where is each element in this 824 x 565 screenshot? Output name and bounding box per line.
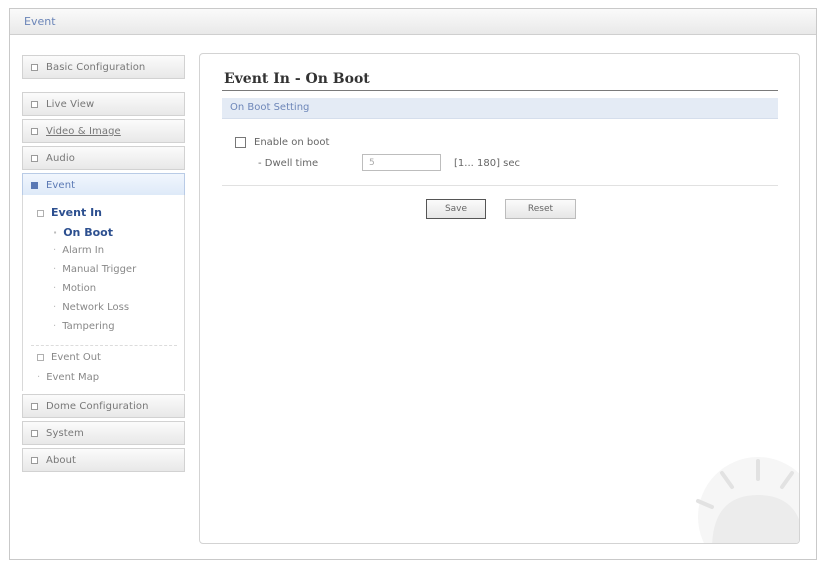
tree-dot-icon: ·: [53, 245, 57, 256]
menu-item-video-image[interactable]: Video & Image: [22, 119, 185, 143]
section-header: On Boot Setting: [222, 98, 778, 119]
reset-button[interactable]: Reset: [505, 199, 576, 219]
collapse-square-icon: [37, 210, 44, 217]
submenu-label: Event In: [51, 206, 102, 219]
submenu-item-tampering[interactable]: · Tampering: [53, 321, 115, 332]
expand-square-icon: [31, 429, 38, 437]
expand-square-icon: [31, 100, 38, 108]
tree-dot-icon: ·: [53, 264, 57, 275]
menu-item-dome-configuration[interactable]: Dome Configuration: [22, 394, 185, 418]
submenu-item-alarm-in[interactable]: · Alarm In: [53, 245, 104, 256]
submenu-label: On Boot: [63, 226, 113, 239]
submenu-item-manual-trigger[interactable]: · Manual Trigger: [53, 264, 136, 275]
alarm-light-watermark-icon: [696, 457, 799, 543]
page-title: Event In - On Boot: [224, 71, 370, 87]
menu-item-audio[interactable]: Audio: [22, 146, 185, 170]
title-divider: [222, 90, 778, 91]
menu-item-event[interactable]: Event: [22, 173, 185, 197]
tree-dot-icon: ·: [53, 283, 57, 294]
menu-item-label: Video & Image: [46, 125, 121, 137]
dwell-time-range: [1... 180] sec: [454, 158, 521, 169]
dwell-time-input[interactable]: [362, 154, 441, 171]
submenu-divider: [31, 345, 177, 346]
submenu-item-motion[interactable]: · Motion: [53, 283, 96, 294]
menu-item-label: Live View: [46, 98, 95, 110]
menu-item-system[interactable]: System: [22, 421, 185, 445]
section-title: On Boot Setting: [230, 102, 310, 113]
submenu-event-out[interactable]: Event Out: [37, 352, 101, 363]
tree-dot-icon: ·: [37, 372, 41, 383]
submenu-event-in[interactable]: Event In: [37, 206, 102, 219]
submenu-label: Network Loss: [62, 302, 130, 313]
menu-item-label: About: [46, 454, 77, 466]
enable-on-boot-checkbox[interactable]: [235, 137, 246, 148]
expand-square-icon: [31, 63, 38, 71]
menu-item-live-view[interactable]: Live View: [22, 92, 185, 116]
menu-item-basic-configuration[interactable]: Basic Configuration: [22, 55, 185, 79]
expand-square-icon: [31, 127, 38, 135]
form-divider: [222, 185, 778, 186]
menu-item-label: Dome Configuration: [46, 400, 149, 412]
menu-item-label: Audio: [46, 152, 75, 164]
window-title: Event: [24, 15, 56, 28]
save-button[interactable]: Save: [426, 199, 486, 219]
submenu-event-map[interactable]: · Event Map: [37, 372, 99, 383]
submenu-label: Manual Trigger: [62, 264, 137, 275]
expand-square-icon: [31, 456, 38, 464]
submenu-label: Tampering: [62, 321, 115, 332]
content-panel: Event In - On Boot On Boot Setting Enabl…: [199, 53, 800, 544]
menu-item-label: Basic Configuration: [46, 61, 146, 73]
menu-item-about[interactable]: About: [22, 448, 185, 472]
submenu-label: Alarm In: [62, 245, 105, 256]
submenu-item-on-boot[interactable]: · On Boot: [53, 226, 113, 239]
expand-square-icon: [31, 402, 38, 410]
menu-item-label: Event: [46, 179, 76, 191]
tree-dot-icon: ·: [53, 226, 58, 239]
enable-on-boot-label: Enable on boot: [254, 137, 330, 148]
dwell-time-label: - Dwell time: [258, 158, 319, 169]
expand-square-icon: [37, 354, 44, 361]
submenu-label: Event Map: [46, 372, 100, 383]
window-titlebar: Event: [10, 9, 816, 35]
expand-square-icon: [31, 181, 38, 189]
menu-item-label: System: [46, 427, 84, 439]
tree-dot-icon: ·: [53, 321, 57, 332]
tree-dot-icon: ·: [53, 302, 57, 313]
event-submenu: Event In · On Boot · Alarm In · Manual Trig…: [22, 195, 185, 391]
submenu-item-network-loss[interactable]: · Network Loss: [53, 302, 129, 313]
expand-square-icon: [31, 154, 38, 162]
submenu-label: Motion: [62, 283, 97, 294]
submenu-label: Event Out: [51, 352, 101, 363]
